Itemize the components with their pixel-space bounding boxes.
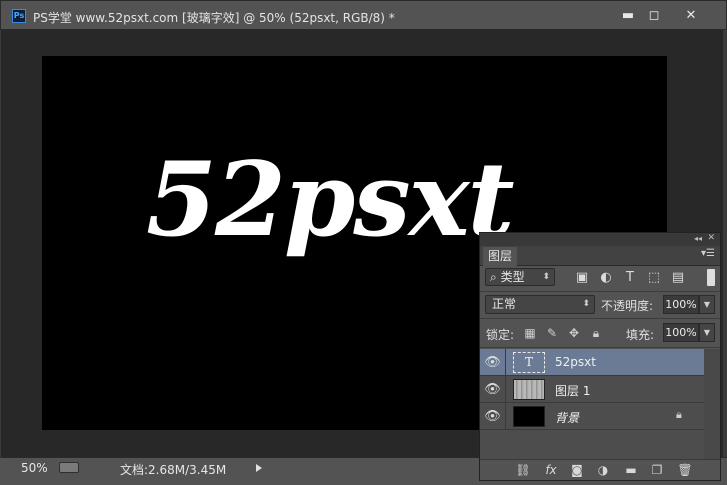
new-layer-icon[interactable]: ❐	[648, 463, 666, 477]
minimize-button[interactable]: ▬	[615, 7, 641, 25]
blend-mode-select[interactable]: 正常 ⬍	[485, 295, 595, 314]
link-layers-icon[interactable]: ⛓︎	[514, 463, 532, 477]
select-caret-icon: ⬍	[542, 272, 550, 282]
select-caret-icon: ⬍	[582, 299, 590, 309]
layer-name[interactable]: 52psxt	[555, 355, 596, 369]
document-title: PS学堂 www.52psxt.com [玻璃字效] @ 50% (52psxt…	[33, 11, 395, 25]
smart-object-filter-icon[interactable]: ▤	[670, 270, 686, 285]
zoom-level[interactable]: 50%	[21, 461, 48, 475]
filter-toggle-switch[interactable]	[707, 269, 715, 286]
lock-image-pixels-icon[interactable]: ✎	[544, 326, 560, 340]
panel-header: ◂◂ ✕	[480, 233, 720, 246]
opacity-dropdown-icon[interactable]: ▼	[699, 295, 715, 314]
fill-dropdown-icon[interactable]: ▼	[699, 323, 715, 342]
opacity-label: 不透明度:	[601, 299, 654, 313]
layer-thumbnail	[513, 406, 545, 427]
fill-input[interactable]: 100%	[663, 323, 699, 342]
new-group-icon[interactable]: ▬	[622, 463, 640, 477]
close-button[interactable]: ✕	[678, 7, 704, 25]
panel-menu-icon[interactable]: ▾☰	[701, 248, 715, 259]
visibility-eye-icon[interactable]: 👁︎	[480, 349, 506, 376]
delete-layer-icon[interactable]: 🗑︎	[676, 463, 694, 477]
divider	[480, 318, 720, 319]
visibility-eye-icon[interactable]: 👁︎	[480, 403, 506, 430]
divider	[480, 347, 720, 348]
layers-panel-footer: ⛓︎ fx ◙ ◑ ▬ ❐ 🗑︎	[480, 459, 720, 480]
add-mask-icon[interactable]: ◙	[568, 463, 586, 477]
collapse-panel-icon[interactable]: ◂◂	[694, 234, 702, 243]
panel-tab-row: 图层 ▾☰	[480, 246, 720, 266]
photoshop-app-icon: Ps	[12, 9, 26, 23]
opacity-input[interactable]: 100%	[663, 295, 699, 314]
image-filter-icon[interactable]: ▣	[574, 270, 590, 285]
proof-setup-icon[interactable]	[59, 462, 79, 473]
layer-row-background[interactable]: 👁︎ 背景 🔒︎	[480, 403, 704, 430]
layer-filter-select[interactable]: ⌕ 类型 ⬍	[485, 268, 555, 286]
type-filter-icon[interactable]: T	[622, 270, 638, 285]
layers-list: 👁︎ T 52psxt 👁︎ 图层 1 👁︎ 背景 🔒︎	[480, 349, 720, 459]
shape-filter-icon[interactable]: ⬚	[646, 270, 662, 285]
lock-transparency-icon[interactable]: ▦	[522, 326, 538, 340]
blend-mode-value: 正常	[492, 297, 517, 311]
status-menu-arrow-icon[interactable]	[256, 464, 262, 472]
lock-all-icon[interactable]: 🔒︎	[588, 326, 604, 341]
visibility-eye-icon[interactable]: 👁︎	[480, 376, 506, 403]
text-layer-thumbnail-icon: T	[513, 352, 545, 373]
fill-label: 填充:	[626, 328, 655, 342]
close-panel-icon[interactable]: ✕	[707, 233, 715, 243]
fx-icon[interactable]: fx	[542, 463, 560, 477]
layers-panel: ◂◂ ✕ 图层 ▾☰ ⌕ 类型 ⬍ ▣ ◐ T ⬚ ▤ 正常 ⬍ 不透明度: 1…	[479, 232, 721, 481]
tab-layers[interactable]: 图层	[483, 247, 518, 266]
adjustment-layer-icon[interactable]: ◑	[594, 463, 612, 477]
lock-label: 锁定:	[486, 328, 515, 342]
layer-row-52psxt[interactable]: 👁︎ T 52psxt	[480, 349, 704, 376]
canvas-text-52psxt: 52psxt	[146, 140, 515, 260]
filter-kind-label: 类型	[500, 270, 525, 284]
layer-thumbnail	[513, 379, 545, 400]
lock-position-icon[interactable]: ✥	[566, 326, 582, 340]
layer-name[interactable]: 图层 1	[555, 382, 590, 399]
divider	[480, 291, 720, 292]
layer-name[interactable]: 背景	[555, 409, 579, 426]
lock-icon: 🔒︎	[676, 408, 682, 421]
title-bar: Ps PS学堂 www.52psxt.com [玻璃字效] @ 50% (52p…	[0, 0, 727, 30]
maximize-button[interactable]: ◻	[641, 7, 667, 25]
layers-scrollbar[interactable]	[704, 349, 720, 459]
search-icon: ⌕	[490, 270, 497, 284]
document-size-info: 文档:2.68M/3.45M	[120, 463, 227, 477]
layer-row-layer-1[interactable]: 👁︎ 图层 1	[480, 376, 704, 403]
adjustment-filter-icon[interactable]: ◐	[598, 270, 614, 285]
